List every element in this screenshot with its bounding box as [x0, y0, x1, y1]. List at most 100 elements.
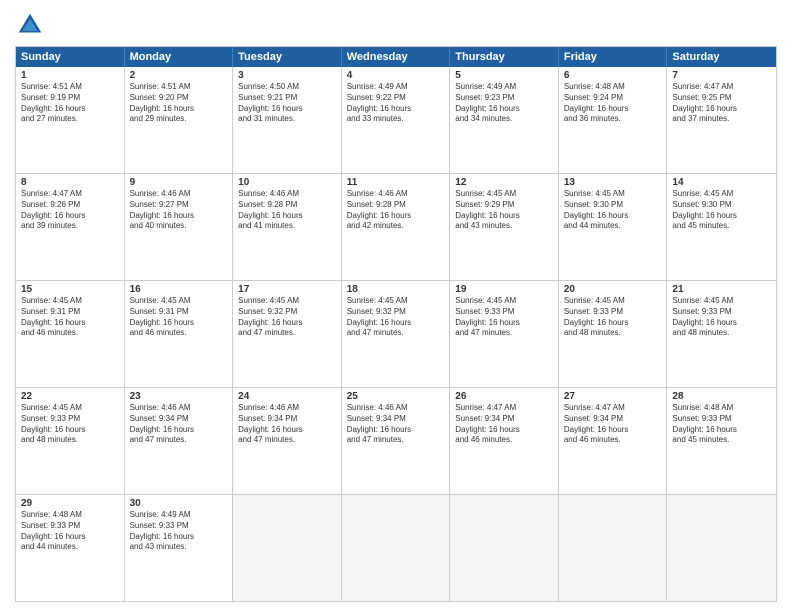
calendar-row-1: 1Sunrise: 4:51 AM Sunset: 9:19 PM Daylig…: [16, 67, 776, 174]
day-cell-2: 2Sunrise: 4:51 AM Sunset: 9:20 PM Daylig…: [125, 67, 234, 173]
day-cell-9: 9Sunrise: 4:46 AM Sunset: 9:27 PM Daylig…: [125, 174, 234, 280]
day-cell-28: 28Sunrise: 4:48 AM Sunset: 9:33 PM Dayli…: [667, 388, 776, 494]
day-cell-25: 25Sunrise: 4:46 AM Sunset: 9:34 PM Dayli…: [342, 388, 451, 494]
day-cell-4: 4Sunrise: 4:49 AM Sunset: 9:22 PM Daylig…: [342, 67, 451, 173]
day-info: Sunrise: 4:45 AM Sunset: 9:32 PM Dayligh…: [347, 296, 445, 339]
day-cell-13: 13Sunrise: 4:45 AM Sunset: 9:30 PM Dayli…: [559, 174, 668, 280]
day-number: 9: [130, 177, 228, 188]
day-info: Sunrise: 4:45 AM Sunset: 9:32 PM Dayligh…: [238, 296, 336, 339]
day-number: 20: [564, 284, 662, 295]
day-number: 11: [347, 177, 445, 188]
day-cell-14: 14Sunrise: 4:45 AM Sunset: 9:30 PM Dayli…: [667, 174, 776, 280]
day-info: Sunrise: 4:45 AM Sunset: 9:33 PM Dayligh…: [564, 296, 662, 339]
page: SundayMondayTuesdayWednesdayThursdayFrid…: [0, 0, 792, 612]
day-info: Sunrise: 4:51 AM Sunset: 9:19 PM Dayligh…: [21, 82, 119, 125]
day-cell-20: 20Sunrise: 4:45 AM Sunset: 9:33 PM Dayli…: [559, 281, 668, 387]
day-number: 22: [21, 391, 119, 402]
empty-cell: [233, 495, 342, 601]
day-cell-1: 1Sunrise: 4:51 AM Sunset: 9:19 PM Daylig…: [16, 67, 125, 173]
day-cell-16: 16Sunrise: 4:45 AM Sunset: 9:31 PM Dayli…: [125, 281, 234, 387]
day-cell-27: 27Sunrise: 4:47 AM Sunset: 9:34 PM Dayli…: [559, 388, 668, 494]
day-info: Sunrise: 4:45 AM Sunset: 9:33 PM Dayligh…: [21, 403, 119, 446]
day-number: 19: [455, 284, 553, 295]
day-number: 14: [672, 177, 771, 188]
day-number: 16: [130, 284, 228, 295]
day-info: Sunrise: 4:46 AM Sunset: 9:27 PM Dayligh…: [130, 189, 228, 232]
header-day-wednesday: Wednesday: [342, 47, 451, 67]
day-number: 3: [238, 70, 336, 81]
day-info: Sunrise: 4:50 AM Sunset: 9:21 PM Dayligh…: [238, 82, 336, 125]
day-info: Sunrise: 4:45 AM Sunset: 9:30 PM Dayligh…: [672, 189, 771, 232]
day-number: 29: [21, 498, 119, 509]
calendar-header: SundayMondayTuesdayWednesdayThursdayFrid…: [16, 47, 776, 67]
logo-icon: [15, 10, 45, 40]
day-number: 7: [672, 70, 771, 81]
day-number: 23: [130, 391, 228, 402]
day-number: 2: [130, 70, 228, 81]
day-info: Sunrise: 4:49 AM Sunset: 9:23 PM Dayligh…: [455, 82, 553, 125]
header-day-thursday: Thursday: [450, 47, 559, 67]
day-number: 8: [21, 177, 119, 188]
day-cell-17: 17Sunrise: 4:45 AM Sunset: 9:32 PM Dayli…: [233, 281, 342, 387]
day-info: Sunrise: 4:46 AM Sunset: 9:28 PM Dayligh…: [347, 189, 445, 232]
day-number: 26: [455, 391, 553, 402]
day-info: Sunrise: 4:47 AM Sunset: 9:34 PM Dayligh…: [564, 403, 662, 446]
day-number: 18: [347, 284, 445, 295]
empty-cell: [342, 495, 451, 601]
day-number: 15: [21, 284, 119, 295]
day-cell-24: 24Sunrise: 4:46 AM Sunset: 9:34 PM Dayli…: [233, 388, 342, 494]
day-info: Sunrise: 4:47 AM Sunset: 9:34 PM Dayligh…: [455, 403, 553, 446]
day-info: Sunrise: 4:49 AM Sunset: 9:33 PM Dayligh…: [130, 510, 228, 553]
day-number: 4: [347, 70, 445, 81]
day-cell-30: 30Sunrise: 4:49 AM Sunset: 9:33 PM Dayli…: [125, 495, 234, 601]
day-cell-21: 21Sunrise: 4:45 AM Sunset: 9:33 PM Dayli…: [667, 281, 776, 387]
header: [15, 10, 777, 40]
day-info: Sunrise: 4:45 AM Sunset: 9:31 PM Dayligh…: [130, 296, 228, 339]
day-info: Sunrise: 4:48 AM Sunset: 9:33 PM Dayligh…: [672, 403, 771, 446]
day-number: 12: [455, 177, 553, 188]
day-number: 25: [347, 391, 445, 402]
day-number: 10: [238, 177, 336, 188]
calendar-row-3: 15Sunrise: 4:45 AM Sunset: 9:31 PM Dayli…: [16, 281, 776, 388]
day-info: Sunrise: 4:46 AM Sunset: 9:34 PM Dayligh…: [130, 403, 228, 446]
calendar: SundayMondayTuesdayWednesdayThursdayFrid…: [15, 46, 777, 602]
calendar-row-5: 29Sunrise: 4:48 AM Sunset: 9:33 PM Dayli…: [16, 495, 776, 601]
header-day-tuesday: Tuesday: [233, 47, 342, 67]
day-cell-18: 18Sunrise: 4:45 AM Sunset: 9:32 PM Dayli…: [342, 281, 451, 387]
day-info: Sunrise: 4:49 AM Sunset: 9:22 PM Dayligh…: [347, 82, 445, 125]
day-info: Sunrise: 4:46 AM Sunset: 9:28 PM Dayligh…: [238, 189, 336, 232]
day-cell-8: 8Sunrise: 4:47 AM Sunset: 9:26 PM Daylig…: [16, 174, 125, 280]
day-info: Sunrise: 4:48 AM Sunset: 9:33 PM Dayligh…: [21, 510, 119, 553]
day-cell-15: 15Sunrise: 4:45 AM Sunset: 9:31 PM Dayli…: [16, 281, 125, 387]
day-cell-6: 6Sunrise: 4:48 AM Sunset: 9:24 PM Daylig…: [559, 67, 668, 173]
header-day-monday: Monday: [125, 47, 234, 67]
day-cell-5: 5Sunrise: 4:49 AM Sunset: 9:23 PM Daylig…: [450, 67, 559, 173]
day-cell-10: 10Sunrise: 4:46 AM Sunset: 9:28 PM Dayli…: [233, 174, 342, 280]
calendar-row-4: 22Sunrise: 4:45 AM Sunset: 9:33 PM Dayli…: [16, 388, 776, 495]
day-cell-7: 7Sunrise: 4:47 AM Sunset: 9:25 PM Daylig…: [667, 67, 776, 173]
header-day-saturday: Saturday: [667, 47, 776, 67]
day-info: Sunrise: 4:46 AM Sunset: 9:34 PM Dayligh…: [347, 403, 445, 446]
day-number: 21: [672, 284, 771, 295]
empty-cell: [450, 495, 559, 601]
day-number: 6: [564, 70, 662, 81]
day-info: Sunrise: 4:51 AM Sunset: 9:20 PM Dayligh…: [130, 82, 228, 125]
day-number: 30: [130, 498, 228, 509]
day-info: Sunrise: 4:45 AM Sunset: 9:33 PM Dayligh…: [455, 296, 553, 339]
empty-cell: [559, 495, 668, 601]
day-number: 24: [238, 391, 336, 402]
day-info: Sunrise: 4:45 AM Sunset: 9:29 PM Dayligh…: [455, 189, 553, 232]
day-cell-26: 26Sunrise: 4:47 AM Sunset: 9:34 PM Dayli…: [450, 388, 559, 494]
day-cell-29: 29Sunrise: 4:48 AM Sunset: 9:33 PM Dayli…: [16, 495, 125, 601]
day-number: 5: [455, 70, 553, 81]
day-info: Sunrise: 4:47 AM Sunset: 9:26 PM Dayligh…: [21, 189, 119, 232]
day-cell-19: 19Sunrise: 4:45 AM Sunset: 9:33 PM Dayli…: [450, 281, 559, 387]
calendar-row-2: 8Sunrise: 4:47 AM Sunset: 9:26 PM Daylig…: [16, 174, 776, 281]
day-cell-23: 23Sunrise: 4:46 AM Sunset: 9:34 PM Dayli…: [125, 388, 234, 494]
day-info: Sunrise: 4:45 AM Sunset: 9:31 PM Dayligh…: [21, 296, 119, 339]
day-cell-22: 22Sunrise: 4:45 AM Sunset: 9:33 PM Dayli…: [16, 388, 125, 494]
logo: [15, 10, 47, 40]
header-day-sunday: Sunday: [16, 47, 125, 67]
day-info: Sunrise: 4:45 AM Sunset: 9:33 PM Dayligh…: [672, 296, 771, 339]
day-info: Sunrise: 4:48 AM Sunset: 9:24 PM Dayligh…: [564, 82, 662, 125]
